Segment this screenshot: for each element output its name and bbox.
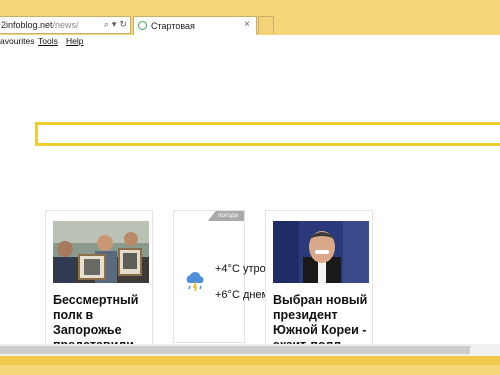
address-path: /news/ <box>52 20 79 30</box>
scrollbar-thumb[interactable] <box>0 346 470 354</box>
news-image <box>53 221 149 283</box>
address-host: 2infoblog.net <box>1 20 53 30</box>
menu-tools[interactable]: Tools <box>38 36 58 46</box>
address-bar[interactable]: 2infoblog.net/news/ ⌕ ▾ ↻ <box>0 16 131 34</box>
browser-chrome: 2infoblog.net/news/ ⌕ ▾ ↻ Стартовая × avou… <box>0 0 500 48</box>
news-card[interactable]: Выбран новый президент Южной Кореи - экз… <box>265 210 373 344</box>
search-input[interactable] <box>35 122 500 146</box>
tab-label: Стартовая <box>151 21 195 31</box>
tab-close-icon[interactable]: × <box>244 19 250 30</box>
new-tab-button[interactable] <box>258 16 274 34</box>
weather-widget[interactable]: погода +4°C утром +6°C днем <box>173 210 273 343</box>
rain-cloud-icon <box>186 271 204 292</box>
refresh-icon[interactable]: ↻ <box>119 19 127 29</box>
tab-start[interactable]: Стартовая × <box>133 16 257 35</box>
address-icons: ⌕ ▾ ↻ <box>101 19 127 30</box>
tab-favicon-icon <box>138 21 147 30</box>
news-image <box>273 221 369 283</box>
horizontal-scrollbar[interactable] <box>0 344 500 356</box>
menu-help[interactable]: Help <box>66 36 83 46</box>
page-content: Бессмертный полк в Запорожье представили… <box>0 48 500 344</box>
weather-tag: погода <box>207 211 244 221</box>
news-title[interactable]: Бессмертный полк в Запорожье представили <box>53 293 151 344</box>
news-title[interactable]: Выбран новый президент Южной Кореи - экз… <box>273 293 371 344</box>
weather-day: +6°C днем <box>215 289 270 301</box>
menu-bar: avourites Tools Help <box>0 35 500 48</box>
menu-favourites[interactable]: avourites <box>0 36 35 46</box>
search-icon[interactable]: ⌕ <box>104 19 109 29</box>
news-card[interactable]: Бессмертный полк в Запорожье представили <box>45 210 153 344</box>
address-text[interactable]: 2infoblog.net/news/ <box>1 20 79 30</box>
dropdown-icon[interactable]: ▾ <box>112 19 117 29</box>
window-bottom-edge <box>0 365 500 375</box>
